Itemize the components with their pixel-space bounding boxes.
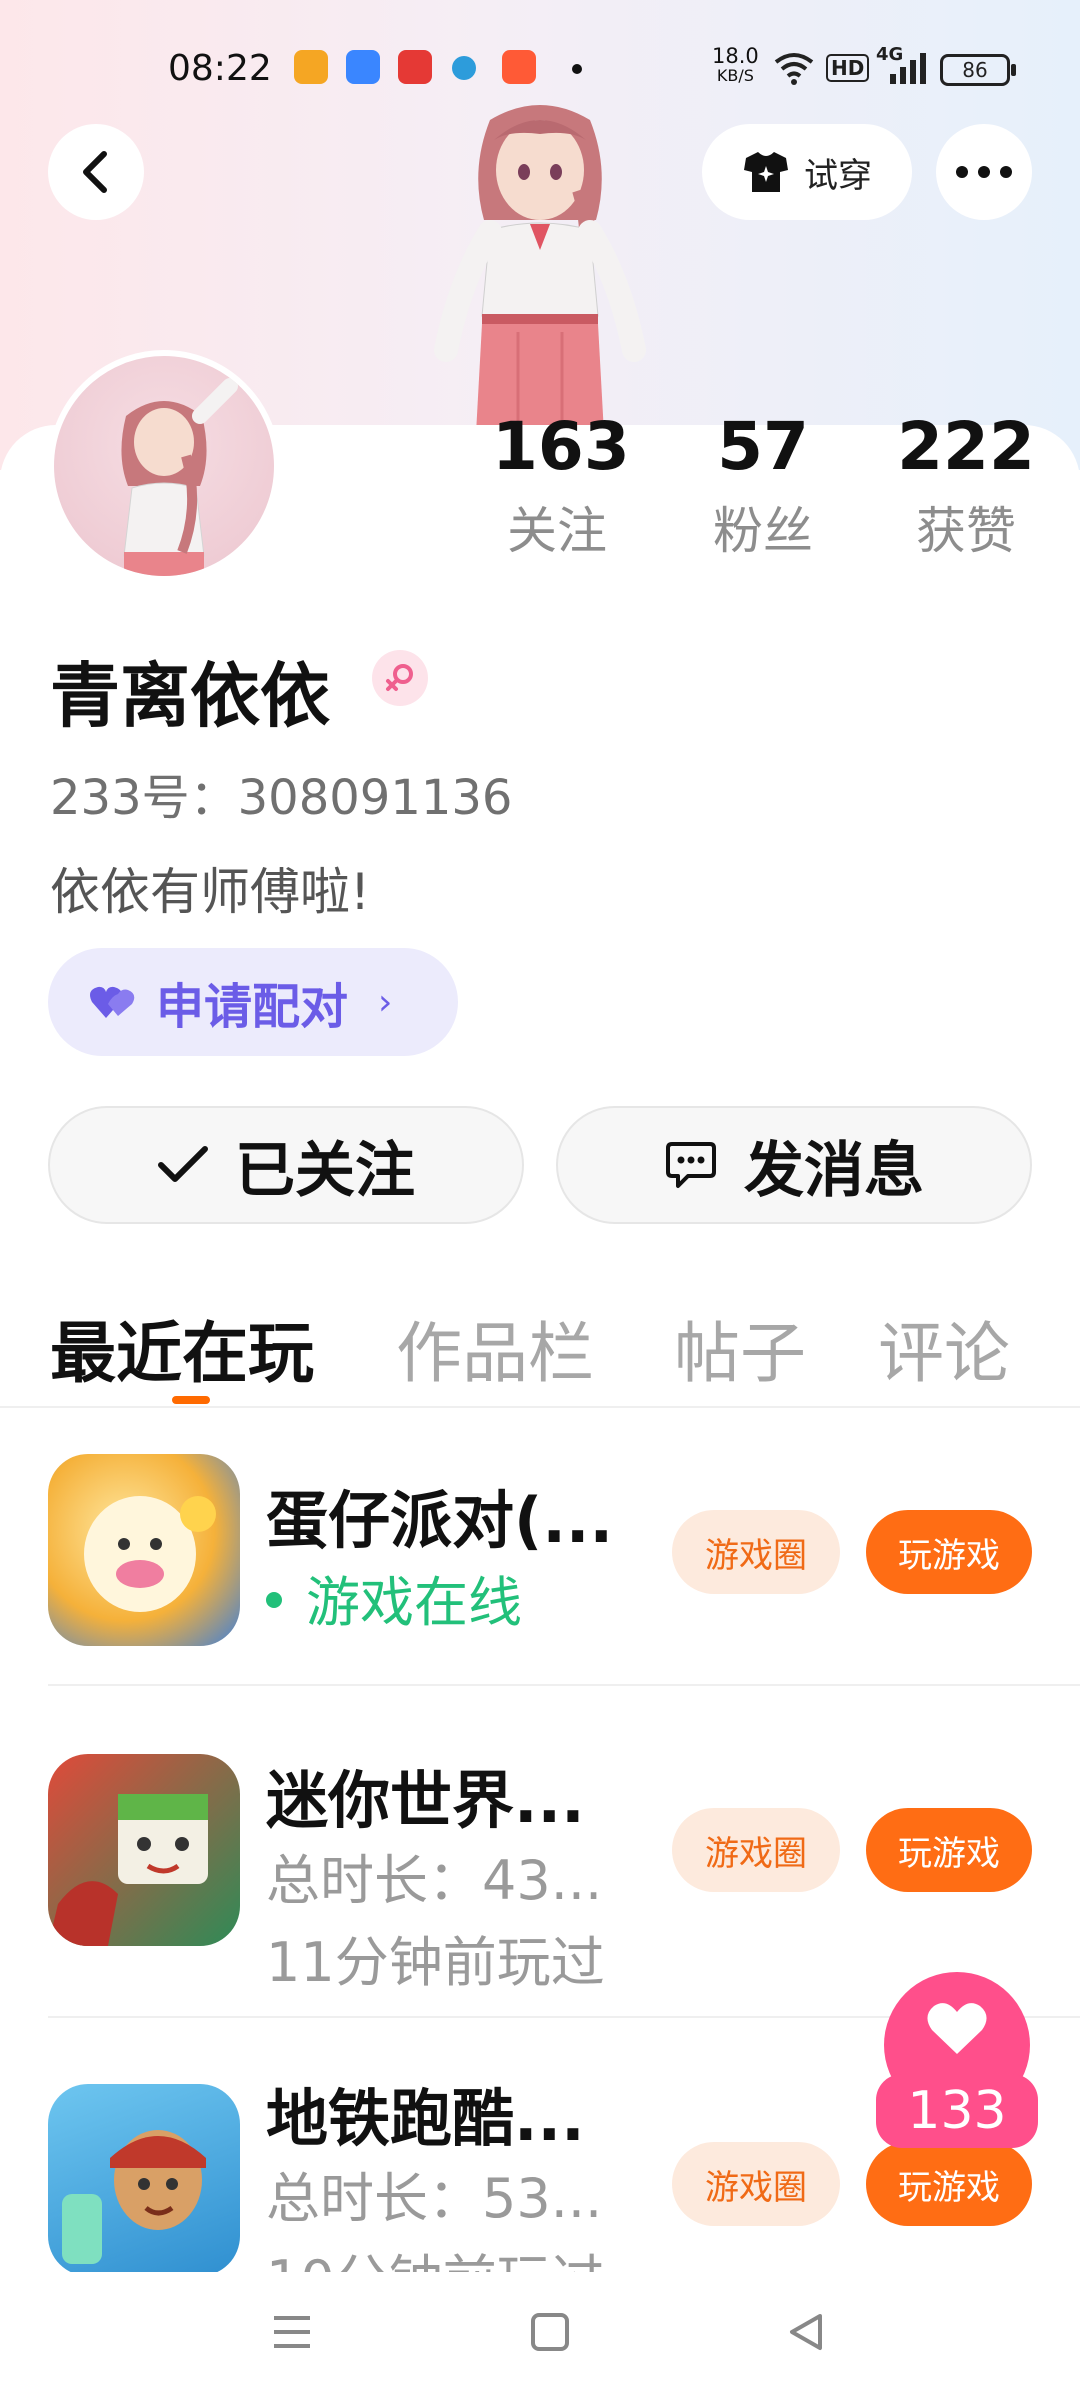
stat-followers[interactable]: 57 粉丝 [698, 408, 828, 563]
stat-followers-value: 57 [717, 408, 809, 485]
play-game-button[interactable]: 玩游戏 [866, 1808, 1032, 1892]
play-game-button[interactable]: 玩游戏 [866, 1510, 1032, 1594]
followed-label: 已关注 [235, 1135, 415, 1206]
game-online-label: 游戏在线 [306, 1571, 522, 1634]
tab-works[interactable]: 作品栏 [396, 1300, 594, 1396]
chevron-right-icon: › [378, 981, 393, 1023]
back-triangle-icon[interactable] [786, 2312, 826, 2352]
divider [48, 1684, 1080, 1686]
like-count-badge: 133 [876, 2074, 1038, 2148]
heart-icon [927, 2003, 987, 2054]
game-icon-subway-surfers [48, 2084, 240, 2272]
play-game-button[interactable]: 玩游戏 [866, 2142, 1032, 2226]
online-dot-icon [266, 1592, 282, 1609]
stat-following[interactable]: 163 关注 [492, 408, 630, 563]
game-online-status: 游戏在线 [266, 1558, 522, 1637]
wifi-icon [774, 53, 814, 85]
battery-icon: 86 [940, 54, 1016, 86]
status-time: 08:22 [168, 48, 272, 89]
shirt-icon [744, 152, 788, 192]
back-button[interactable] [48, 124, 144, 220]
request-pair-label: 申请配对 [156, 979, 349, 1035]
followed-button[interactable]: 已关注 [48, 1106, 524, 1224]
game-icon-eggy-party [48, 1454, 240, 1646]
game-title: 地铁跑酷... [266, 2082, 585, 2155]
game-icon-mini-world [48, 1754, 240, 1946]
game-circle-button[interactable]: 游戏圈 [672, 2142, 840, 2226]
send-message-button[interactable]: 发消息 [556, 1106, 1032, 1224]
user-bio: 依依有师傅啦! [50, 863, 371, 921]
avatar-image [121, 378, 238, 576]
avatar[interactable] [48, 350, 280, 582]
red-app-icon [502, 50, 536, 84]
game-title: 迷你世界... [266, 1764, 585, 1837]
net-speed-unit: KB/S [716, 66, 754, 85]
video-app-icon [398, 50, 432, 84]
user-name: 青离依依 [50, 655, 330, 737]
profile-tabs: 最近在玩 作品栏 帖子 评论 [0, 1300, 1080, 1408]
try-on-label: 试穿 [804, 155, 872, 196]
messages-app-icon [346, 50, 380, 84]
menu-icon[interactable] [272, 2312, 312, 2352]
stat-following-label: 关注 [507, 502, 607, 560]
try-on-button[interactable]: 试穿 [702, 124, 912, 220]
game-last-played: 11分钟前玩过 [266, 1931, 605, 1994]
stat-following-value: 163 [492, 408, 630, 485]
chat-bubble-icon [666, 1142, 716, 1188]
female-icon [372, 650, 428, 706]
user-id: 233号：308091136 [50, 770, 513, 826]
home-square-icon[interactable] [530, 2312, 570, 2352]
stat-followers-label: 粉丝 [713, 502, 813, 560]
tab-recently-played[interactable]: 最近在玩 [50, 1300, 314, 1396]
more-dots-icon [956, 166, 1012, 178]
tab-comments[interactable]: 评论 [878, 1300, 1010, 1396]
hd-icon: HD [826, 54, 870, 82]
novel-app-icon [294, 50, 328, 84]
signal-icon [890, 53, 926, 84]
game-total-time: 总时长：53... [266, 2167, 603, 2230]
stat-likes-label: 获赞 [916, 502, 1016, 560]
system-nav-bar [0, 2272, 1080, 2400]
stat-likes[interactable]: 222 获赞 [896, 408, 1036, 563]
tab-posts[interactable]: 帖子 [674, 1300, 806, 1396]
status-bar: 08:22 18.0 KB/S HD 4G 86 [0, 40, 1080, 98]
double-heart-icon [90, 986, 135, 1018]
game-total-time: 总时长：43... [266, 1849, 603, 1912]
game-last-played: 10分钟前玩过 [266, 2236, 605, 2272]
more-button[interactable] [936, 124, 1032, 220]
more-notifications-dot [572, 64, 582, 74]
stat-likes-value: 222 [897, 408, 1035, 485]
request-pair-button[interactable]: 申请配对 › [48, 948, 458, 1056]
game-title: 蛋仔派对(... [266, 1484, 613, 1557]
battery-level: 86 [962, 58, 988, 82]
game-circle-button[interactable]: 游戏圈 [672, 1510, 840, 1594]
game-circle-button[interactable]: 游戏圈 [672, 1808, 840, 1892]
bird-app-icon [452, 56, 476, 80]
check-icon [158, 1146, 208, 1182]
chevron-left-icon [83, 151, 107, 193]
net-speed-value: 18.0 [712, 44, 759, 68]
network-speed: 18.0 KB/S [712, 46, 759, 86]
send-message-label: 发消息 [744, 1135, 924, 1206]
tab-active-indicator [172, 1396, 210, 1404]
